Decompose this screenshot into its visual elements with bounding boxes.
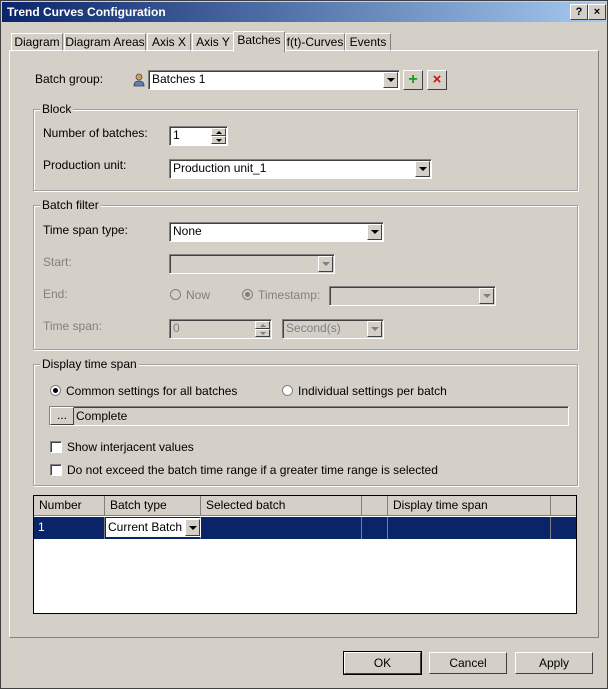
timestamp-radio[interactable]: [242, 289, 253, 300]
spin-down-icon[interactable]: [255, 329, 270, 337]
delete-batch-group-button[interactable]: ×: [427, 70, 447, 90]
number-of-batches-label: Number of batches:: [43, 126, 148, 140]
end-label: End:: [43, 287, 68, 301]
spin-down-icon[interactable]: [211, 136, 226, 144]
add-batch-group-button[interactable]: +: [403, 70, 423, 90]
batch-filter-group-title: Batch filter: [40, 198, 101, 212]
cell-batch-type[interactable]: Current Batch: [105, 517, 201, 539]
batch-group-value: Batches 1: [152, 72, 206, 86]
time-span-type-value: None: [173, 224, 202, 238]
ok-button[interactable]: OK: [343, 651, 422, 675]
production-unit-select[interactable]: Production unit_1: [169, 159, 432, 179]
apply-button[interactable]: Apply: [515, 652, 593, 674]
chevron-down-icon[interactable]: [367, 224, 382, 240]
user-icon: [133, 73, 145, 87]
timestamp-label: Timestamp:: [258, 288, 321, 302]
time-span-spinner[interactable]: 0: [169, 319, 272, 339]
now-radio[interactable]: [170, 289, 181, 300]
column-header-selected-batch[interactable]: Selected batch: [201, 496, 362, 516]
time-span-label: Time span:: [43, 319, 102, 333]
window-title: Trend Curves Configuration: [7, 5, 166, 19]
not-exceed-label: Do not exceed the batch time range if a …: [67, 463, 438, 477]
help-button[interactable]: ?: [570, 4, 588, 20]
batch-group-select[interactable]: Batches 1: [148, 70, 400, 90]
block-group-title: Block: [40, 102, 74, 116]
close-button[interactable]: ×: [588, 4, 606, 20]
column-header-filler: [551, 496, 576, 516]
batch-type-value: Current Batch: [108, 520, 183, 534]
cell-extra[interactable]: [362, 517, 388, 539]
cell-selected-batch[interactable]: [201, 517, 362, 539]
title-bar[interactable]: Trend Curves Configuration ? ×: [2, 2, 606, 22]
number-of-batches-spinner[interactable]: 1: [169, 126, 228, 146]
spin-up-icon[interactable]: [255, 321, 270, 329]
chevron-down-icon[interactable]: [185, 519, 200, 536]
chevron-down-icon[interactable]: [479, 288, 494, 304]
now-label: Now: [186, 288, 211, 302]
show-interjacent-label: Show interjacent values: [67, 440, 194, 454]
browse-button[interactable]: ...: [50, 407, 74, 425]
tab-batches[interactable]: Batches: [233, 31, 285, 52]
time-span-unit-value: Second(s): [286, 321, 341, 335]
spin-up-icon[interactable]: [211, 128, 226, 136]
column-header-extra[interactable]: [362, 496, 388, 516]
time-span-type-select[interactable]: None: [169, 222, 384, 242]
time-span-value: 0: [173, 321, 180, 335]
cell-number: 1: [34, 517, 105, 539]
chevron-down-icon[interactable]: [415, 161, 430, 177]
number-of-batches-value: 1: [173, 128, 180, 142]
start-label: Start:: [43, 255, 72, 269]
chevron-down-icon[interactable]: [367, 321, 382, 337]
individual-settings-radio[interactable]: [282, 385, 293, 396]
start-select[interactable]: [169, 254, 335, 274]
show-interjacent-checkbox[interactable]: [50, 441, 62, 453]
display-time-span-group-title: Display time span: [40, 357, 139, 371]
cancel-button[interactable]: Cancel: [429, 652, 507, 674]
individual-settings-label: Individual settings per batch: [298, 384, 447, 398]
table-header: Number Batch type Selected batch Display…: [34, 496, 576, 516]
chevron-down-icon[interactable]: [383, 72, 398, 88]
common-settings-label: Common settings for all batches: [66, 384, 238, 398]
column-header-number[interactable]: Number: [34, 496, 105, 516]
not-exceed-checkbox[interactable]: [50, 464, 62, 476]
display-range-value: Complete: [76, 409, 128, 423]
column-header-display-time-span[interactable]: Display time span: [388, 496, 551, 516]
common-settings-radio[interactable]: [50, 385, 61, 396]
display-range-field: ... Complete: [49, 406, 569, 426]
chevron-down-icon[interactable]: [318, 256, 333, 272]
batches-table: Number Batch type Selected batch Display…: [33, 495, 577, 614]
batch-group-label: Batch group:: [35, 72, 104, 86]
cell-display-time-span[interactable]: [388, 517, 551, 539]
batch-type-select[interactable]: Current Batch: [106, 518, 201, 537]
time-span-type-label: Time span type:: [43, 223, 128, 237]
trend-curves-dialog: Trend Curves Configuration ? × Diagram D…: [0, 0, 608, 689]
production-unit-label: Production unit:: [43, 158, 127, 172]
table-row[interactable]: 1 Current Batch: [34, 517, 576, 539]
column-header-batch-type[interactable]: Batch type: [105, 496, 201, 516]
production-unit-value: Production unit_1: [173, 161, 267, 175]
timestamp-select[interactable]: [329, 286, 496, 306]
time-span-unit-select[interactable]: Second(s): [282, 319, 384, 339]
